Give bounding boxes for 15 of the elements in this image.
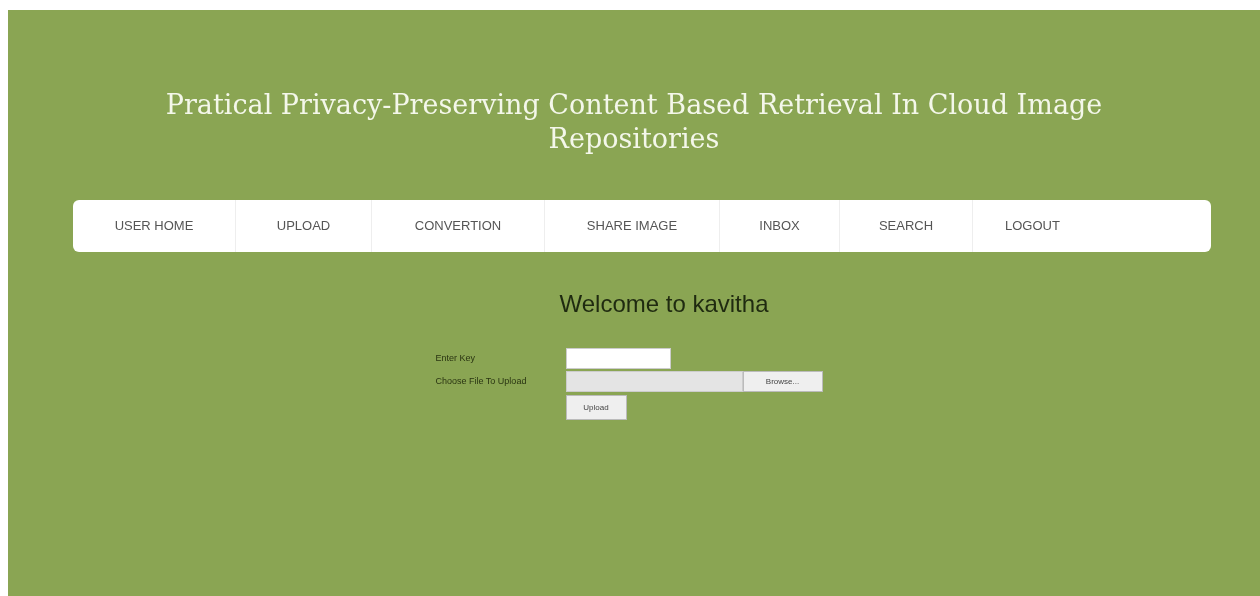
nav-link[interactable]: CONVERTION <box>372 200 545 252</box>
file-label: Choose File To Upload <box>435 374 528 388</box>
file-path-field[interactable] <box>565 371 743 392</box>
nav-link[interactable]: SEARCH <box>840 200 973 252</box>
upload-button[interactable]: Upload <box>565 395 627 420</box>
browse-button[interactable]: Browse... <box>742 371 823 392</box>
key-input[interactable] <box>565 348 671 369</box>
nav-link[interactable]: LOGOUT <box>973 200 1105 252</box>
key-label: Enter Key <box>435 351 477 365</box>
nav-link[interactable]: INBOX <box>720 200 840 252</box>
nav-link[interactable]: SHARE IMAGE <box>545 200 720 252</box>
nav-link[interactable]: USER HOME <box>73 200 236 252</box>
welcome-heading: Welcome to kavitha <box>559 289 769 319</box>
nav-link[interactable]: UPLOAD <box>236 200 372 252</box>
site-title: Pratical Privacy-Preserving Content Based Retrieval In Cloud Image Repositories <box>164 88 1104 156</box>
